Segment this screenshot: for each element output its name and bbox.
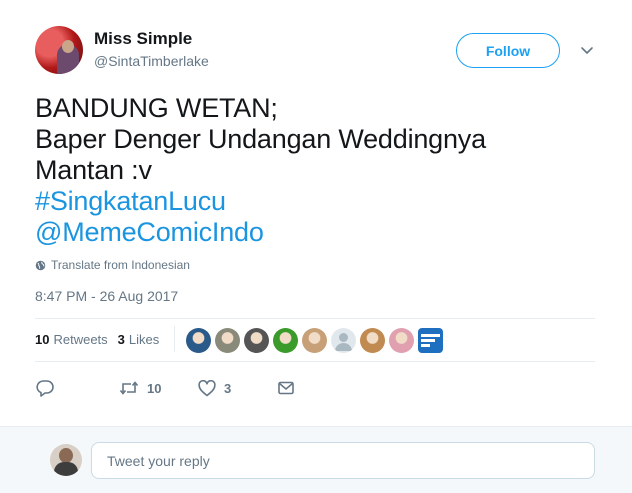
chevron-down-icon[interactable] (579, 42, 595, 58)
tweet-line: Mantan :v (35, 155, 152, 185)
likes-count: 3 (117, 332, 125, 347)
tweet-card: Miss Simple @SintaTimberlake Follow BAND… (0, 0, 632, 426)
reply-input[interactable] (91, 442, 595, 479)
engager-avatar[interactable] (273, 328, 298, 353)
retweet-button[interactable]: 10 (119, 374, 161, 402)
stats-separator (174, 326, 175, 352)
likes-stat[interactable]: 3 Likes (118, 332, 160, 347)
meme-comic-logo-avatar[interactable] (418, 328, 443, 353)
engager-avatar[interactable] (389, 328, 414, 353)
current-user-avatar[interactable] (50, 444, 82, 476)
likes-label: Likes (128, 332, 160, 347)
divider (35, 361, 595, 362)
retweets-count: 10 (35, 332, 50, 347)
reply-icon (36, 380, 54, 397)
engager-avatars (186, 328, 447, 353)
translate-link[interactable]: Translate from Indonesian (35, 258, 190, 272)
tweet-text: BANDUNG WETAN; Baper Denger Undangan Wed… (35, 93, 595, 248)
envelope-icon (278, 381, 294, 395)
avatar-face (62, 40, 74, 53)
engager-avatar[interactable] (244, 328, 269, 353)
avatar-head (59, 448, 73, 463)
tweet-line: Baper Denger Undangan Weddingnya (35, 124, 486, 154)
engager-avatar[interactable] (302, 328, 327, 353)
translate-label: Translate from Indonesian (51, 258, 190, 272)
engager-avatar[interactable] (215, 328, 240, 353)
retweet-count: 10 (147, 380, 162, 396)
direct-message-button[interactable] (278, 374, 294, 402)
engager-avatar[interactable] (360, 328, 385, 353)
engager-avatar[interactable] (186, 328, 211, 353)
avatar-body (54, 462, 78, 476)
author-handle[interactable]: @SintaTimberlake (94, 53, 209, 69)
tweet-timestamp[interactable]: 8:47 PM - 26 Aug 2017 (35, 288, 178, 304)
author-avatar[interactable] (35, 26, 83, 74)
globe-icon (35, 260, 46, 270)
follow-button[interactable]: Follow (456, 33, 560, 68)
author-name[interactable]: Miss Simple (94, 29, 192, 49)
tweet-line: BANDUNG WETAN; (35, 93, 278, 123)
like-count: 3 (224, 380, 232, 396)
mention-link[interactable]: @MemeComicIndo (35, 217, 595, 248)
heart-icon (198, 379, 216, 396)
reply-button[interactable] (35, 374, 55, 402)
retweets-stat[interactable]: 10 Retweets (35, 332, 108, 347)
retweets-label: Retweets (53, 332, 108, 347)
default-avatar[interactable] (331, 328, 356, 353)
tweet-stats: 10 Retweets 3 Likes (35, 318, 169, 361)
retweet-icon (119, 381, 139, 395)
like-button[interactable]: 3 (198, 374, 231, 402)
hashtag-link[interactable]: #SingkatanLucu (35, 186, 595, 217)
